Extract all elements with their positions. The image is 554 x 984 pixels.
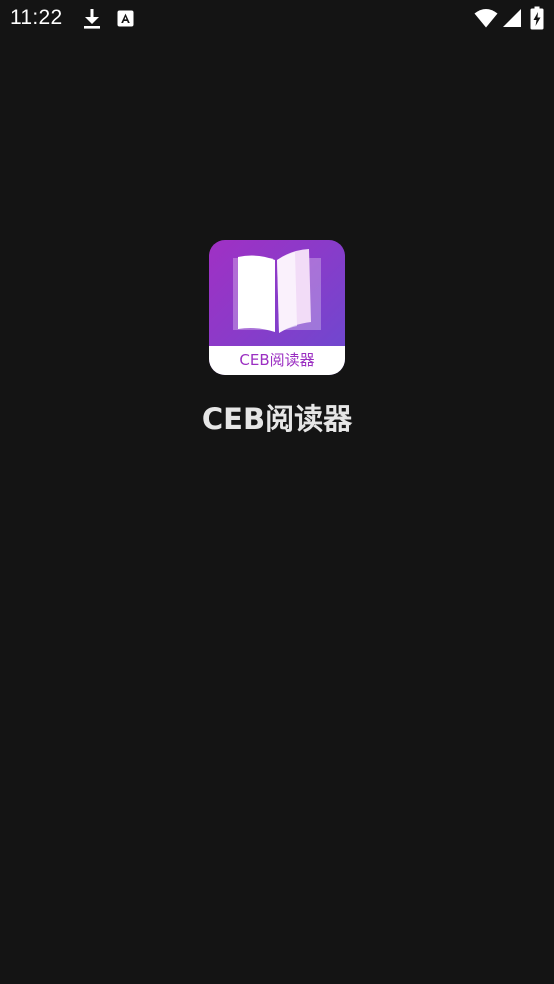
logo-label: CEB阅读器	[239, 351, 315, 369]
status-bar: 11:22	[0, 0, 554, 38]
app-name: CEB阅读器	[201, 402, 353, 436]
wifi-icon	[474, 9, 498, 28]
signal-icon	[503, 9, 521, 27]
app-logo: CEB阅读器	[209, 240, 345, 375]
battery-charging-icon	[530, 6, 544, 30]
font-icon	[117, 10, 134, 27]
logo-label-band: CEB阅读器	[209, 346, 345, 375]
open-book-icon	[233, 249, 321, 333]
status-time: 11:22	[10, 6, 63, 29]
download-icon	[84, 9, 100, 29]
